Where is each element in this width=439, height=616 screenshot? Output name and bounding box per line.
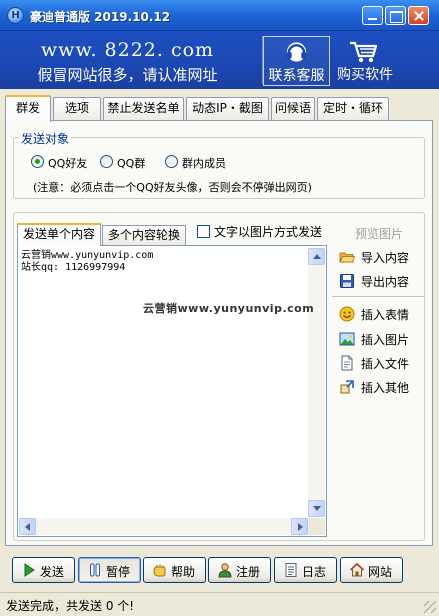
preview-image-button: 预览图片: [355, 227, 404, 241]
subtab-rotate-content[interactable]: 多个内容轮换: [102, 225, 186, 245]
register-label: 注册: [236, 565, 261, 579]
buy-software-label: 购买软件: [337, 67, 393, 83]
scroll-left-icon[interactable]: [19, 518, 36, 535]
website-label: 网站: [368, 565, 393, 579]
website-button[interactable]: 网站: [340, 557, 403, 583]
side-separator: [332, 296, 424, 297]
import-content-label: 导入内容: [361, 251, 410, 265]
send-label: 发送: [40, 565, 65, 579]
close-icon[interactable]: [408, 6, 429, 25]
app-logo-icon: H: [7, 7, 24, 24]
cart-icon: [350, 41, 378, 63]
tab-mass-send[interactable]: 群发: [5, 95, 51, 122]
window-title: 豪迪普通版 2019.10.12: [30, 10, 171, 24]
pause-button[interactable]: 暂停: [78, 557, 141, 583]
log-label: 日志: [302, 565, 327, 579]
radio-dot-icon: [100, 155, 113, 168]
help-button[interactable]: 帮助: [143, 557, 206, 583]
pause-icon: [90, 563, 100, 577]
resize-grip[interactable]: [424, 601, 436, 613]
radio-label: QQ群: [117, 157, 146, 170]
send-button[interactable]: 发送: [12, 557, 75, 583]
contact-service-button[interactable]: 联系客服: [263, 36, 330, 86]
file-icon: [341, 355, 353, 371]
scroll-up-icon[interactable]: [308, 248, 325, 265]
tab-dynamic-ip-screenshot[interactable]: 动态IP・截图: [186, 97, 269, 120]
scroll-right-icon[interactable]: [291, 518, 308, 535]
vertical-scrollbar[interactable]: [308, 248, 325, 517]
banner: www. 8222. com 假冒网站很多，请认准网址 联系客服 购买软件: [0, 31, 439, 89]
tab-timer-loop[interactable]: 定时・循环: [317, 97, 389, 120]
help-label: 帮助: [171, 565, 196, 579]
horizontal-scrollbar[interactable]: [19, 518, 308, 535]
register-button[interactable]: 注册: [208, 557, 271, 583]
subtab-single-content[interactable]: 发送单个内容: [17, 223, 101, 246]
home-icon: [349, 562, 365, 577]
help-hand-icon: [153, 564, 166, 577]
message-editor[interactable]: [17, 245, 327, 537]
log-icon: [285, 563, 297, 577]
message-editor-text[interactable]: 云营销www.yunyunvip.com 站长qq: 1126997994: [21, 250, 153, 274]
buy-software-button[interactable]: 购买软件: [332, 36, 398, 86]
insert-image-label: 插入图片: [361, 333, 410, 347]
banner-url[interactable]: www. 8222. com: [0, 39, 255, 61]
save-disk-icon: [340, 274, 354, 288]
tab-greetings[interactable]: 问候语: [271, 97, 315, 120]
tab-block-list[interactable]: 禁止发送名单: [103, 97, 184, 120]
user-icon: [218, 563, 232, 578]
headset-icon: [286, 42, 307, 62]
radio-label: 群内成员: [182, 157, 226, 170]
watermark: 云营销www.yunyunvip.com: [143, 302, 315, 315]
insert-file-label: 插入文件: [361, 357, 410, 371]
play-icon: [24, 563, 35, 577]
maximize-icon[interactable]: [385, 6, 406, 25]
send-as-image-checkbox[interactable]: [197, 225, 210, 238]
banner-slogan: 假冒网站很多，请认准网址: [37, 66, 218, 84]
radio-dot-icon: [31, 155, 44, 168]
radio-dot-icon: [165, 155, 178, 168]
pause-label: 暂停: [106, 565, 131, 579]
insert-other-label: 插入其他: [361, 381, 410, 395]
log-button[interactable]: 日志: [274, 557, 337, 583]
insert-other-icon: [340, 380, 354, 394]
scroll-down-icon[interactable]: [308, 500, 325, 517]
picture-icon: [339, 332, 355, 346]
send-target-note: (注意：必须点击一个QQ好友头像，否则会不停弹出网页): [33, 181, 312, 194]
minimize-icon[interactable]: [362, 6, 383, 25]
contact-service-label: 联系客服: [268, 68, 325, 84]
radio-label: QQ好友: [48, 157, 88, 170]
insert-emoji-label: 插入表情: [361, 308, 410, 322]
smiley-icon: [339, 306, 355, 322]
folder-open-icon: [339, 252, 355, 263]
send-target-legend: 发送对象: [19, 130, 72, 147]
tab-options[interactable]: 选项: [53, 97, 101, 120]
title-bar: H 豪迪普通版 2019.10.12: [0, 0, 439, 31]
scrollbar-corner: [308, 518, 325, 535]
export-content-label: 导出内容: [361, 275, 410, 289]
send-as-image-label: 文字以图片方式发送: [214, 225, 323, 239]
status-text: 发送完成，共发送 0 个!: [6, 599, 135, 613]
